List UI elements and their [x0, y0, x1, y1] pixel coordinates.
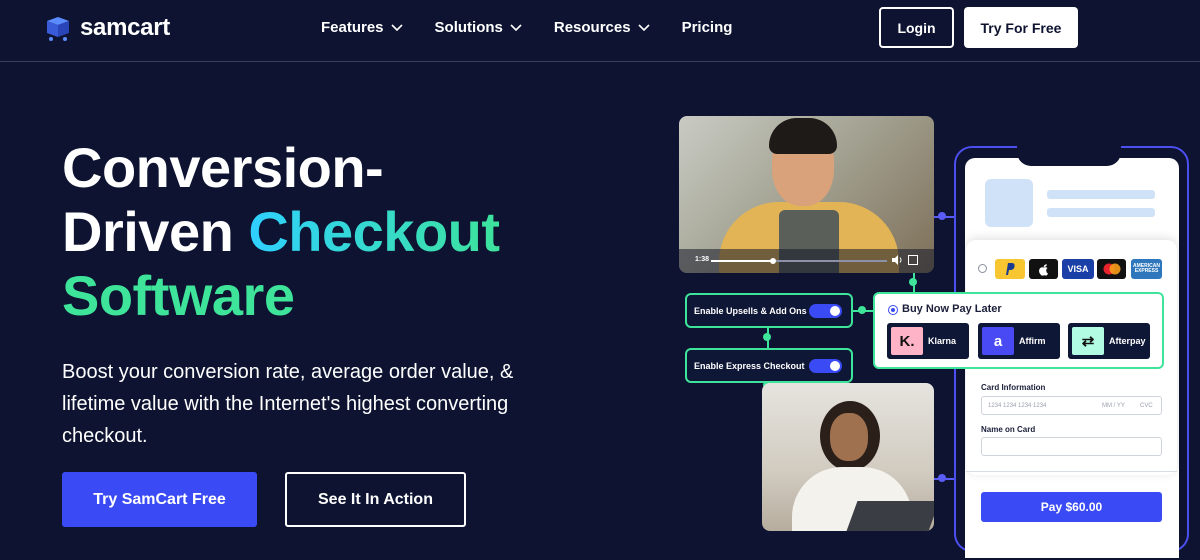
affirm-option[interactable]: a Affirm	[978, 323, 1060, 359]
video-progress-bar[interactable]	[711, 258, 887, 264]
afterpay-logo-icon: ⇄	[1072, 327, 1104, 355]
apple-glyph	[1039, 263, 1048, 276]
video-scrubber[interactable]	[769, 258, 776, 264]
connector-node	[763, 333, 771, 341]
headline-line-1: Conversion-	[62, 136, 384, 199]
fullscreen-icon[interactable]	[908, 255, 918, 265]
provider-name: Afterpay	[1109, 336, 1146, 346]
bnpl-title: Buy Now Pay Later	[902, 303, 1002, 315]
menu-label: Resources	[553, 19, 631, 36]
upsells-toggle-card: Enable Upsells & Add Ons	[685, 293, 853, 328]
hero-subtitle: Boost your conversion rate, average orde…	[62, 361, 514, 447]
menu-label: Pricing	[681, 19, 733, 36]
klarna-option[interactable]: K. Klarna	[887, 323, 969, 359]
express-checkout-toggle-card: Enable Express Checkout	[685, 348, 853, 383]
toggle-label: Enable Upsells & Add Ons	[694, 305, 807, 316]
klarna-mark: K.	[899, 332, 915, 350]
express-checkout-toggle[interactable]	[809, 359, 842, 373]
chevron-down-icon	[510, 23, 522, 31]
menu-item-solutions[interactable]: Solutions	[435, 19, 522, 36]
menu-label: Features	[321, 19, 384, 36]
visa-icon[interactable]: VISA	[1062, 259, 1094, 279]
samcart-logo[interactable]: samcart	[44, 14, 170, 42]
phone-notch	[1017, 146, 1121, 166]
menu-item-pricing[interactable]: Pricing	[682, 19, 733, 36]
buy-now-pay-later-card: Buy Now Pay Later K. Klarna a Affirm ⇄ A…	[873, 292, 1164, 369]
volume-icon[interactable]	[891, 254, 903, 266]
product-image-placeholder	[985, 179, 1033, 227]
amex-icon[interactable]: AMERICAN EXPRESS	[1131, 259, 1162, 279]
name-on-card-input[interactable]	[981, 437, 1162, 456]
video-progress-fill	[711, 260, 773, 262]
cart-icon	[47, 17, 69, 41]
affirm-logo-icon: a	[982, 327, 1014, 355]
menu-item-features[interactable]: Features	[321, 19, 403, 36]
main-menu: Features Solutions Resources Pricing	[321, 19, 732, 36]
connector-node	[909, 278, 917, 286]
person-figure	[769, 118, 837, 154]
amex-label: AMERICAN EXPRESS	[1133, 263, 1160, 274]
chevron-down-icon	[638, 23, 650, 31]
menu-item-resources[interactable]: Resources	[554, 19, 650, 36]
affirm-mark: a	[993, 332, 1003, 350]
card-information-label: Card Information	[981, 383, 1046, 392]
video-controls: 1:38	[679, 249, 934, 273]
customer-photo	[762, 383, 934, 531]
upsells-toggle[interactable]	[809, 304, 842, 318]
video-timestamp: 1:38	[695, 256, 710, 263]
text-placeholder	[1047, 208, 1155, 217]
chevron-down-icon	[390, 23, 403, 31]
connector-node	[938, 212, 946, 220]
brand-name: samcart	[80, 14, 170, 41]
paypal-glyph	[1006, 263, 1015, 275]
provider-name: Affirm	[1019, 336, 1046, 346]
klarna-logo-icon: K.	[891, 327, 923, 355]
mastercard-glyph	[1103, 263, 1120, 275]
toggle-label: Enable Express Checkout	[694, 360, 805, 371]
login-button[interactable]: Login	[879, 7, 954, 48]
provider-name: Klarna	[928, 336, 957, 346]
apple-pay-icon[interactable]	[1029, 259, 1058, 279]
hero-headline: Conversion- Driven Checkout Software	[62, 136, 622, 328]
laptop-figure	[846, 501, 934, 531]
connector-node	[938, 474, 946, 482]
name-on-card-label: Name on Card	[981, 425, 1036, 434]
try-for-free-button[interactable]: Try For Free	[964, 7, 1078, 48]
card-number-input[interactable]: 1234 1234 1234 1234 MM / YY CVC	[981, 396, 1162, 415]
paypal-icon[interactable]	[995, 259, 1025, 279]
headline-highlight: Checkout	[248, 200, 500, 263]
text-placeholder	[1047, 190, 1155, 199]
bnpl-radio[interactable]	[888, 305, 898, 315]
person-figure	[830, 413, 868, 461]
visa-label: VISA	[1067, 264, 1089, 274]
card-number-placeholder: 1234 1234 1234 1234	[988, 402, 1047, 409]
try-samcart-free-button[interactable]: Try SamCart Free	[62, 472, 257, 527]
afterpay-option[interactable]: ⇄ Afterpay	[1068, 323, 1150, 359]
divider	[966, 471, 1177, 472]
top-navigation: samcart Features Solutions Resources Pri…	[0, 0, 1200, 62]
see-it-in-action-button[interactable]: See It In Action	[285, 472, 466, 527]
headline-line-3: Software	[62, 264, 295, 327]
cvc-placeholder: CVC	[1140, 402, 1153, 409]
expiry-placeholder: MM / YY	[1102, 402, 1125, 409]
connector-node	[858, 306, 866, 314]
headline-line-2a: Driven	[62, 200, 249, 263]
mastercard-icon[interactable]	[1097, 259, 1126, 279]
afterpay-mark: ⇄	[1081, 333, 1095, 350]
menu-label: Solutions	[434, 19, 503, 36]
pay-button[interactable]: Pay $60.00	[981, 492, 1162, 522]
payment-radio[interactable]	[978, 264, 987, 273]
video-player[interactable]: 1:38	[679, 116, 934, 273]
